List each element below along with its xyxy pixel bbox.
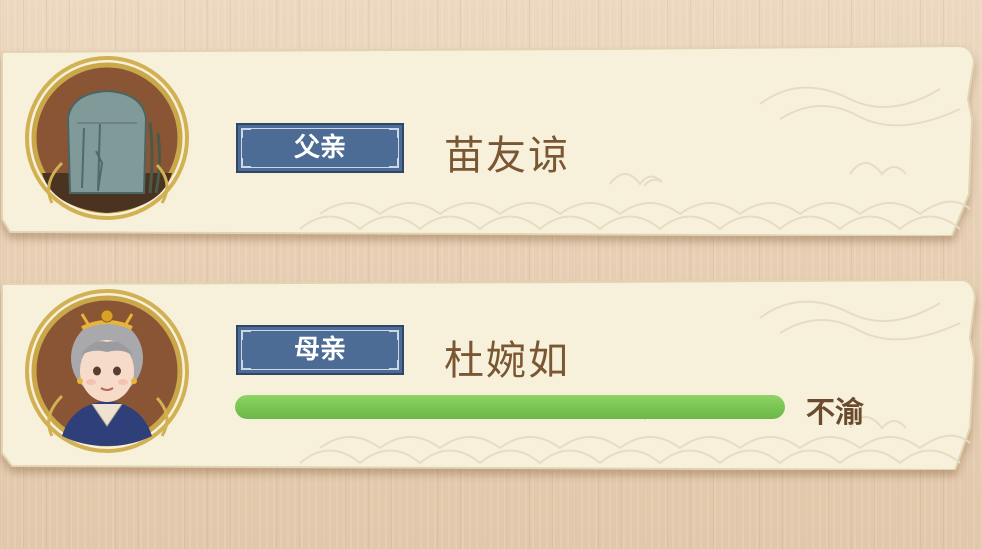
- mother-name: 杜婉如: [444, 338, 570, 384]
- mood-progress-fill: [235, 395, 785, 419]
- tombstone-icon: [25, 56, 189, 220]
- relation-label: 母亲: [293, 335, 346, 365]
- relation-label: 父亲: [293, 133, 346, 163]
- mood-progress-bar: [235, 395, 785, 419]
- relation-tag-mother: 母亲: [236, 325, 404, 375]
- father-name: 苗友谅: [444, 133, 570, 179]
- family-member-card-mother[interactable]: 母亲 杜婉如 不渝: [0, 278, 982, 470]
- mood-label: 不渝: [806, 395, 865, 429]
- mother-portrait-icon: [25, 289, 189, 453]
- relation-tag-father: 父亲: [236, 123, 404, 173]
- family-member-card-father[interactable]: 父亲 苗友谅: [0, 44, 982, 236]
